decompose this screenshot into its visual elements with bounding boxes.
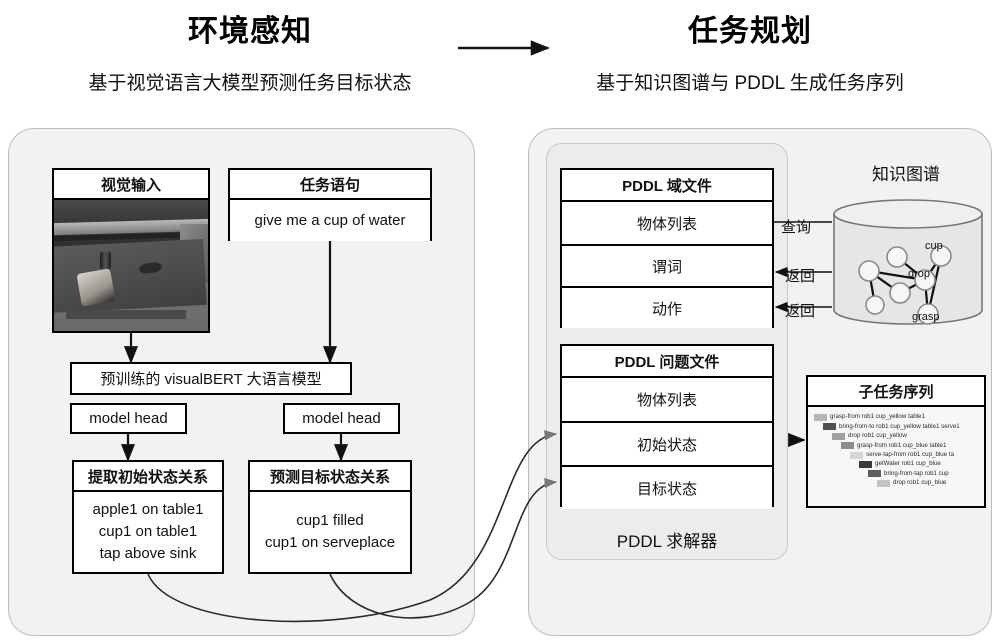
- model-head-left-label: model head: [72, 405, 185, 432]
- initial-state-title: 提取初始状态关系: [74, 462, 222, 492]
- subtask-sequence-item: drop rob1 cup_blue: [877, 479, 980, 487]
- kg-edge-label-query: 查询: [781, 219, 812, 236]
- knowledge-graph-cylinder: [833, 199, 983, 325]
- task-sentence-value: give me a cup of water: [230, 200, 430, 241]
- pddl-domain-row-objects: 物体列表: [562, 202, 772, 244]
- subtask-color-chip: [814, 414, 827, 421]
- subtask-label: grasp-from rob1 cup_yellow table1: [830, 413, 925, 421]
- subtask-label: grasp-from rob1 cup_blue table1: [857, 441, 947, 449]
- kg-node-label-grasp: grasp: [912, 311, 940, 323]
- goal-state-lines: cup1 filled cup1 on serveplace: [250, 492, 410, 572]
- visual-input-box: 视觉输入: [52, 168, 210, 333]
- subtask-color-chip: [868, 470, 881, 478]
- left-section-subtitle: 基于视觉语言大模型预测任务目标状态: [88, 73, 412, 94]
- model-head-right-label: model head: [285, 405, 398, 432]
- subtask-sequence-list: grasp-from rob1 cup_yellow table1 bring-f…: [808, 407, 984, 506]
- pddl-problem-row-objects: 物体列表: [562, 378, 772, 421]
- goal-state-line: cup1 on serveplace: [264, 534, 396, 551]
- initial-state-line: apple1 on table1: [92, 501, 204, 519]
- model-head-right-box: model head: [283, 403, 400, 434]
- subtask-label: serve-tap-from rob1 cup_blue ta: [866, 450, 955, 458]
- pddl-domain-row-actions: 动作: [562, 286, 772, 328]
- subtask-sequence-item: drop rob1 cup_yellow: [832, 432, 980, 440]
- pddl-problem-row-init: 初始状态: [562, 421, 772, 465]
- initial-state-box: 提取初始状态关系 apple1 on table1 cup1 on table1…: [72, 460, 224, 574]
- goal-state-line: cup1 filled: [296, 512, 364, 530]
- subtask-label: bring-from-tap rob1 cup: [884, 469, 949, 477]
- right-section-subtitle: 基于知识图谱与 PDDL 生成任务序列: [596, 73, 904, 94]
- subtask-color-chip: [832, 432, 845, 440]
- subtask-label: drop rob1 cup_yellow: [848, 432, 907, 440]
- subtask-sequence-item: grasp-from rob1 cup_yellow table1: [814, 414, 980, 421]
- subtask-color-chip: [859, 460, 872, 468]
- pddl-domain-file-title: PDDL 域文件: [562, 170, 772, 202]
- kg-edge-label-return-1: 返回: [785, 268, 816, 285]
- knowledge-graph-title: 知识图谱: [872, 165, 940, 184]
- goal-state-title: 预测目标状态关系: [250, 462, 410, 492]
- subtask-color-chip: [877, 479, 890, 487]
- kg-node-label-cup: cup: [925, 240, 943, 252]
- subtask-sequence-box: 子任务序列 grasp-from rob1 cup_yellow table1 b…: [806, 375, 986, 508]
- kg-node-label-drop: drop: [908, 268, 931, 280]
- pddl-domain-file-box: PDDL 域文件 物体列表 谓词 动作: [560, 168, 774, 328]
- goal-state-box: 预测目标状态关系 cup1 filled cup1 on serveplace: [248, 460, 412, 574]
- pddl-problem-file-title: PDDL 问题文件: [562, 346, 772, 378]
- visual-input-image: [54, 200, 208, 331]
- task-sentence-box: 任务语句 give me a cup of water: [228, 168, 432, 241]
- left-section-title: 环境感知: [188, 15, 312, 48]
- subtask-color-chip: [823, 423, 836, 431]
- kg-edge-label-return-2: 返回: [785, 303, 816, 320]
- subtask-sequence-item: bring-from-to rob1 cup_yellow table1 ser…: [823, 422, 980, 431]
- visualbert-model-title: 预训练的 visualBERT 大语言模型: [72, 364, 350, 393]
- model-head-left-box: model head: [70, 403, 187, 434]
- subtask-sequence-item: getWater rob1 cup_blue: [859, 461, 980, 468]
- subtask-color-chip: [850, 451, 863, 459]
- subtask-label: bring-from-to rob1 cup_yellow table1 ser…: [839, 422, 960, 430]
- task-sentence-title: 任务语句: [230, 170, 430, 200]
- visual-input-title: 视觉输入: [54, 170, 208, 200]
- subtask-label: getWater rob1 cup_blue: [875, 460, 941, 468]
- visualbert-model-box: 预训练的 visualBERT 大语言模型: [70, 362, 352, 395]
- pddl-domain-row-predicates: 谓词: [562, 244, 772, 286]
- subtask-sequence-item: serve-tap-from rob1 cup_blue ta: [850, 450, 980, 459]
- pddl-problem-file-box: PDDL 问题文件 物体列表 初始状态 目标状态: [560, 344, 774, 509]
- right-section-title: 任务规划: [688, 15, 812, 48]
- subtask-sequence-title: 子任务序列: [808, 377, 984, 407]
- pddl-problem-row-goal: 目标状态: [562, 465, 772, 509]
- subtask-sequence-item: grasp-from rob1 cup_blue table1: [841, 441, 980, 450]
- subtask-color-chip: [841, 442, 854, 450]
- initial-state-line: cup1 on table1: [98, 523, 198, 541]
- pddl-solver-label: PDDL 求解器: [616, 532, 718, 551]
- subtask-label: drop rob1 cup_blue: [893, 479, 947, 487]
- subtask-sequence-item: bring-from-tap rob1 cup: [868, 469, 980, 478]
- initial-state-line: tap above sink: [99, 544, 197, 562]
- initial-state-lines: apple1 on table1 cup1 on table1 tap abov…: [74, 492, 222, 572]
